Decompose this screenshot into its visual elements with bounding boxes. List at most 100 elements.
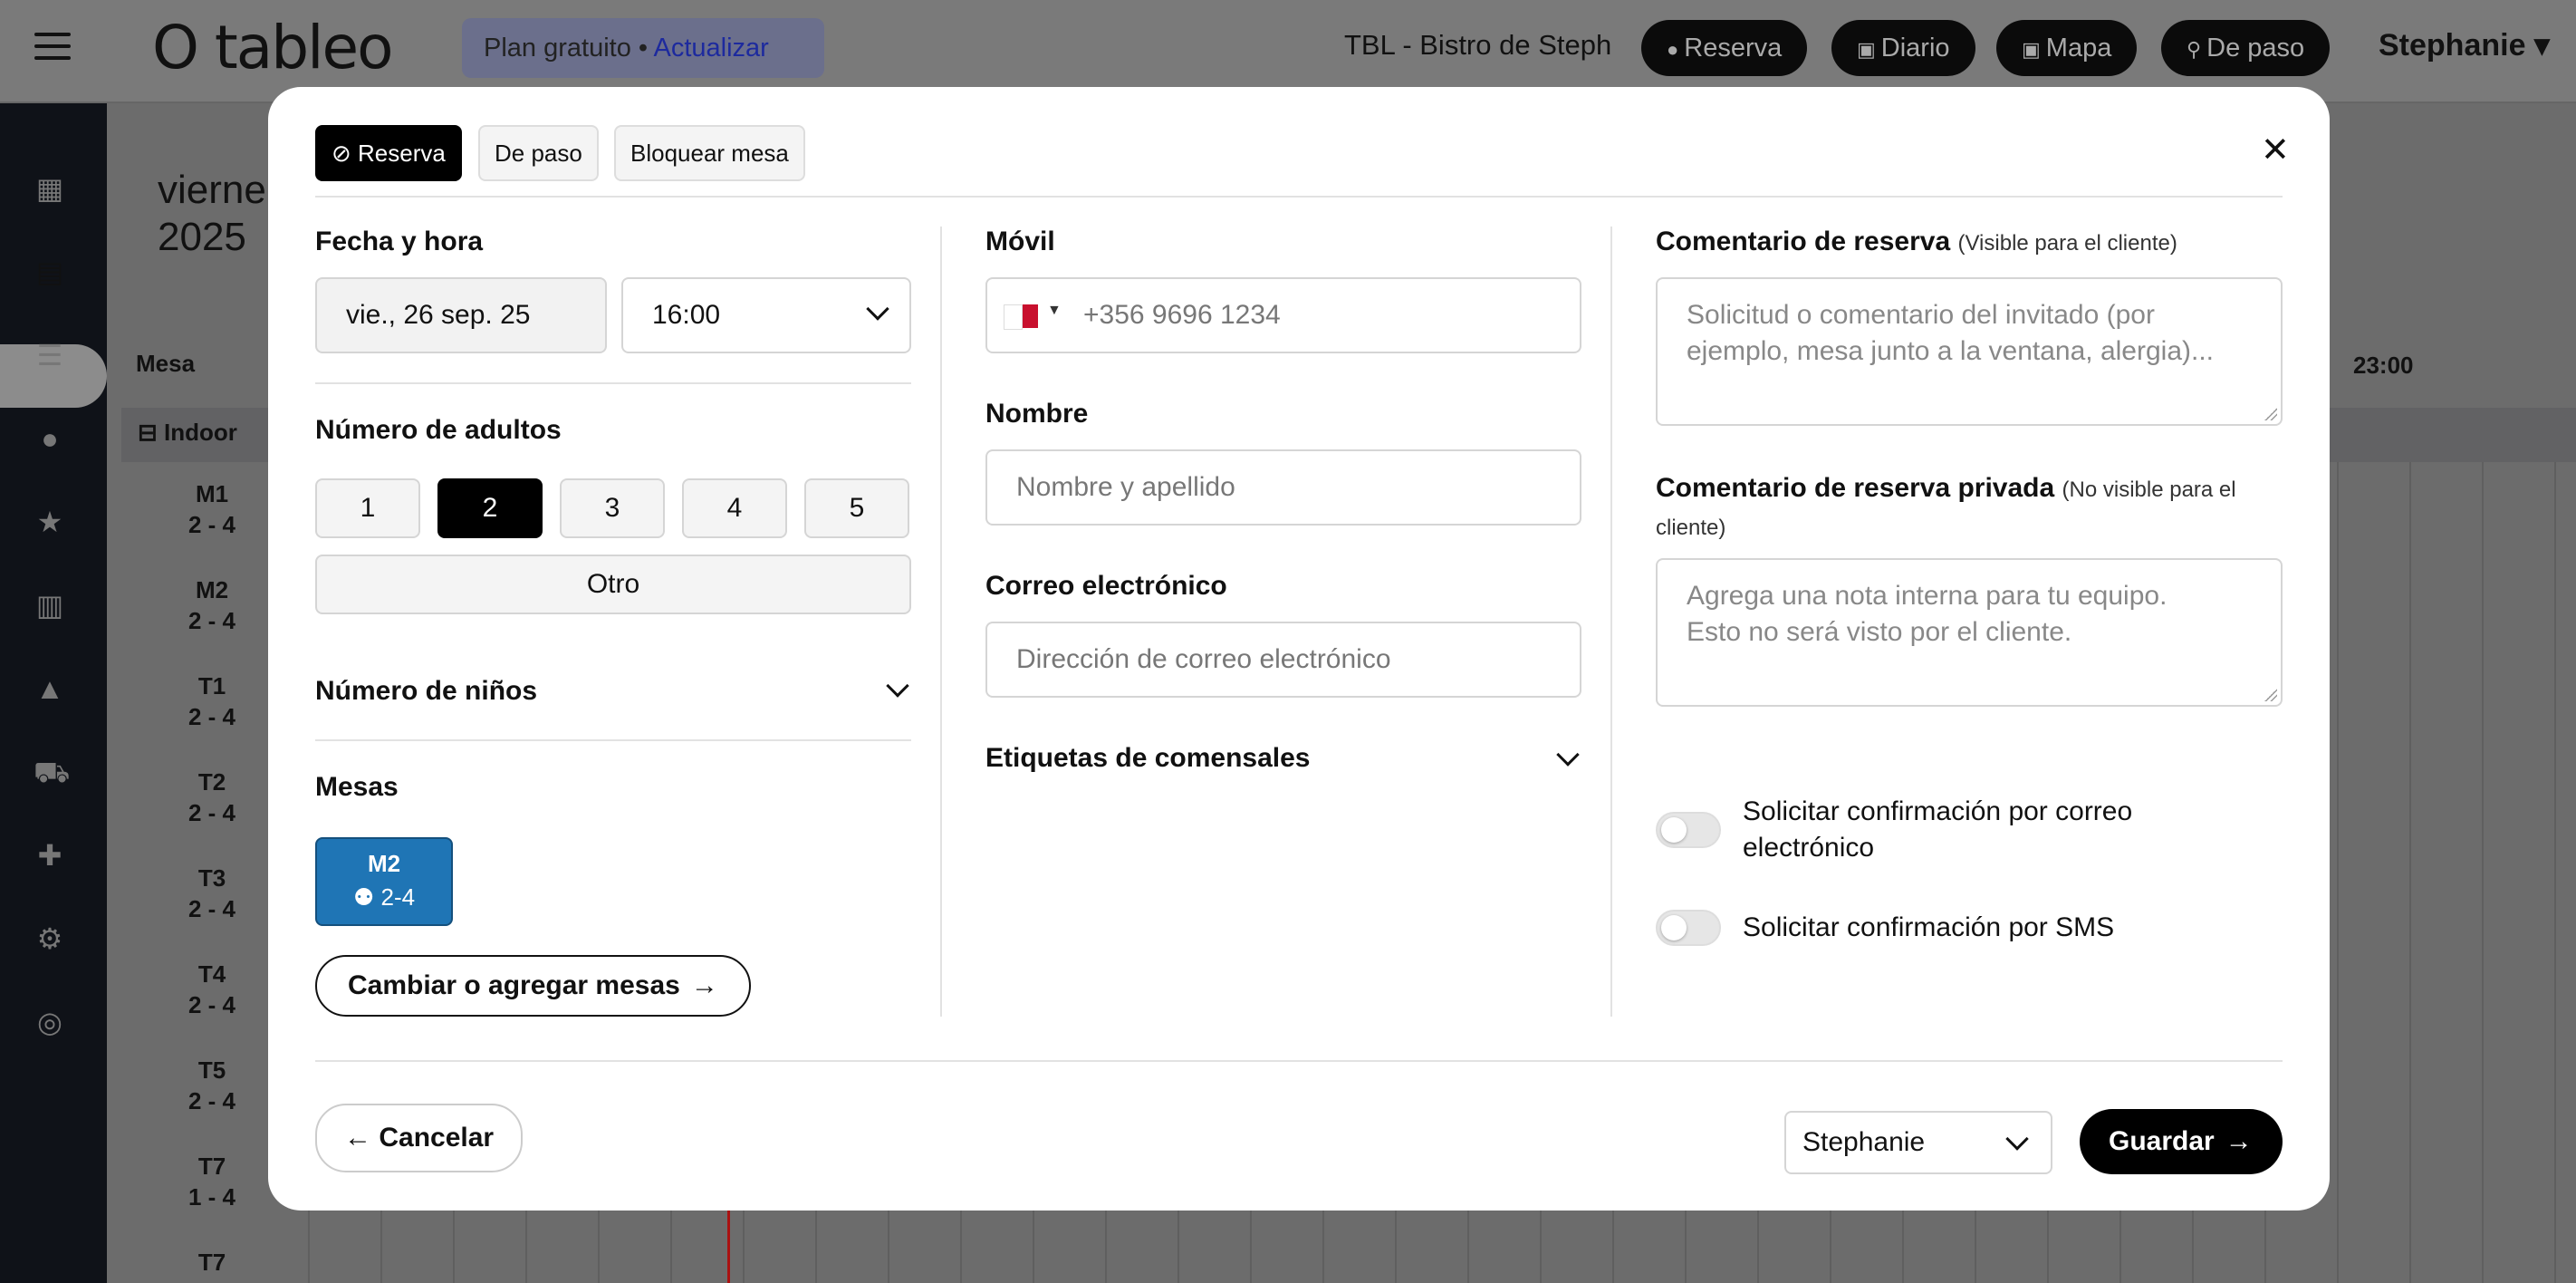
book-icon[interactable]: ▤ (34, 256, 66, 288)
tab-bloquear-mesa[interactable]: Bloquear mesa (614, 125, 805, 181)
cancel-button[interactable]: ← Cancelar (315, 1104, 524, 1172)
gear-icon[interactable]: ⚙ (34, 922, 66, 955)
date-line-1: vierne (158, 168, 266, 212)
staff-select[interactable]: Stephanie (1784, 1111, 2052, 1174)
time-header: 23:00 (2353, 352, 2414, 379)
adults-option-2[interactable]: 2 (437, 478, 543, 538)
private-comment-note-cont: cliente) (1656, 516, 1726, 540)
selected-table-capacity-row: ⚉ 2-4 (317, 883, 451, 912)
adults-option-3[interactable]: 3 (560, 478, 665, 538)
private-comment-label-text: Comentario de reserva privada (1656, 473, 2055, 503)
restaurant-name: TBL - Bistro de Steph (1344, 29, 1612, 61)
chevron-down-icon (2005, 1127, 2029, 1151)
divider (315, 196, 2283, 198)
cancel-label: Cancelar (379, 1123, 495, 1153)
email-confirmation-label: Solicitar confirmación por correo electró… (1743, 794, 2132, 866)
top-reserva-button[interactable]: ● Reserva (1641, 20, 1808, 76)
column-divider (1610, 227, 1612, 1017)
email-input[interactable]: Dirección de correo electrónico (985, 622, 1581, 698)
top-mapa-button[interactable]: ▣ Mapa (1996, 20, 2138, 76)
divider (315, 739, 911, 741)
comment-label-text: Comentario de reserva (1656, 227, 1951, 256)
email-label: Correo electrónico (985, 571, 1227, 601)
top-diario-label: Diario (1880, 34, 1950, 63)
top-reserva-label: Reserva (1684, 34, 1783, 63)
calendar-icon: ▣ (1857, 38, 1876, 61)
name-input[interactable]: Nombre y apellido (985, 449, 1581, 526)
arrow-right-icon: → (2225, 1126, 2253, 1156)
name-label: Nombre (985, 399, 1089, 429)
check-circle-icon: ⊘ (332, 140, 359, 167)
close-icon[interactable]: ✕ (2261, 132, 2290, 169)
adults-label: Número de adultos (315, 415, 562, 445)
person-icon[interactable]: ● (34, 422, 66, 455)
adults-option-other[interactable]: Otro (315, 555, 911, 614)
user-menu[interactable]: Stephanie ▾ (2379, 27, 2550, 63)
private-comment-note: (No visible para el (2062, 478, 2236, 502)
date-line-2: 2025 (158, 215, 246, 259)
table-name: T7 (197, 1249, 226, 1276)
time-value: 16:00 (652, 300, 721, 330)
change-tables-button[interactable]: Cambiar o agregar mesas → (315, 955, 751, 1017)
plus-circle-icon: ● (1667, 38, 1679, 61)
email-confirmation-toggle[interactable] (1656, 812, 1721, 848)
tab-reserva[interactable]: ⊘ Reserva (315, 125, 462, 181)
logo: O tableo (152, 13, 393, 82)
top-diario-button[interactable]: ▣ Diario (1831, 20, 1975, 76)
children-toggle[interactable]: Número de niños (315, 676, 537, 707)
private-comment-label: Comentario de reserva privada (No visibl… (1656, 469, 2236, 547)
selected-table-name: M2 (367, 850, 401, 877)
star-icon[interactable]: ★ (34, 506, 66, 538)
headset-icon[interactable]: ◎ (34, 1006, 66, 1038)
cart-icon[interactable]: ⛟ (34, 756, 70, 788)
date-title: vierne 2025 (158, 167, 266, 261)
puzzle-icon[interactable]: ✚ (34, 839, 66, 872)
dashboard-icon[interactable]: ▦ (34, 172, 66, 205)
malta-flag-icon[interactable] (1004, 304, 1038, 330)
calendar-icon: ▣ (2022, 38, 2041, 61)
divider (315, 1060, 2283, 1062)
staff-value: Stephanie (1802, 1127, 1926, 1157)
adults-option-4[interactable]: 4 (682, 478, 787, 538)
tab-reserva-label: Reserva (358, 140, 446, 167)
selected-table-card[interactable]: M2 ⚉ 2-4 (315, 837, 453, 926)
table-row[interactable]: T7 (121, 1247, 303, 1278)
resize-handle-icon[interactable] (2264, 408, 2277, 420)
chart-icon[interactable]: ▥ (34, 589, 66, 622)
phone-input[interactable]: +356 9696 1234 (985, 277, 1581, 353)
plan-text: Plan gratuito • (484, 34, 654, 63)
phone-placeholder: +356 9696 1234 (1083, 300, 1281, 330)
time-select[interactable]: 16:00 (621, 277, 911, 353)
private-placeholder-line2: Esto no será visto por el cliente. (1687, 617, 2072, 647)
table-column-header: Mesa (136, 350, 196, 377)
private-comment-textarea[interactable]: Agrega una nota interna para tu equipo. … (1656, 558, 2283, 707)
selected-table-capacity: 2-4 (380, 883, 416, 911)
top-depaso-button[interactable]: ⚲ De paso (2161, 20, 2331, 76)
area-label[interactable]: ⊟ Indoor (138, 419, 237, 447)
top-depaso-label: De paso (2206, 34, 2305, 63)
date-time-label: Fecha y hora (315, 227, 484, 256)
caret-down-icon[interactable]: ▼ (1047, 303, 1062, 319)
menu-icon[interactable] (34, 33, 71, 60)
guest-tags-toggle[interactable]: Etiquetas de comensales (985, 743, 1310, 774)
adults-option-1[interactable]: 1 (315, 478, 420, 538)
adults-option-5[interactable]: 5 (804, 478, 909, 538)
upgrade-link[interactable]: Actualizar (654, 34, 769, 63)
list-icon[interactable]: ☰ (34, 339, 66, 371)
date-field[interactable]: vie., 26 sep. 25 (315, 277, 607, 353)
save-button[interactable]: Guardar → (2080, 1109, 2283, 1174)
reservation-modal: ⊘ Reserva De paso Bloquear mesa ✕ Fecha … (268, 87, 2330, 1211)
bell-icon[interactable]: ▲ (34, 672, 66, 705)
chevron-down-icon[interactable] (1556, 743, 1580, 767)
divider (315, 382, 911, 384)
sms-confirmation-toggle[interactable] (1656, 910, 1721, 946)
plan-badge[interactable]: Plan gratuito • Actualizar (462, 18, 824, 78)
email-confirm-line1: Solicitar confirmación por correo (1743, 796, 2133, 826)
arrow-left-icon: ← (344, 1123, 380, 1153)
comment-textarea[interactable]: Solicitud o comentario del invitado (por… (1656, 277, 2283, 426)
chevron-down-icon[interactable] (886, 674, 909, 698)
change-tables-label: Cambiar o agregar mesas (348, 970, 680, 1000)
tab-de-paso[interactable]: De paso (478, 125, 599, 181)
sidebar: ▦ ▤ ☰ ● ★ ▥ ▲ ⛟ ✚ ⚙ ◎ (0, 103, 107, 1283)
resize-handle-icon[interactable] (2264, 689, 2277, 701)
